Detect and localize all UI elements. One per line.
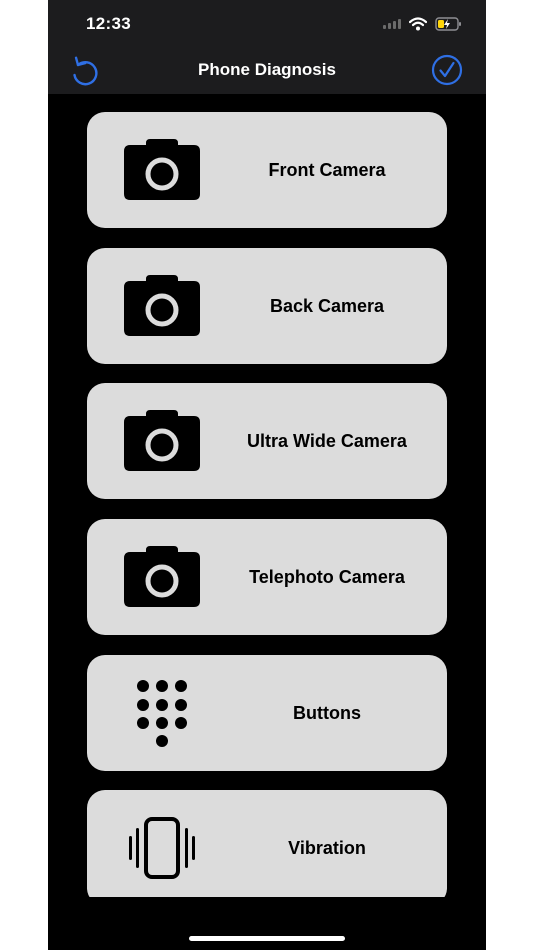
page-title: Phone Diagnosis [198,60,336,79]
cellular-signal-icon [383,19,401,29]
vibration-icon [123,814,201,882]
camera-icon [123,272,201,340]
list-item-ultra-wide-camera[interactable]: Ultra Wide Camera [87,383,447,499]
camera-icon [123,407,201,475]
list-item-buttons[interactable]: Buttons [87,655,447,771]
list-item-telephoto-camera[interactable]: Telephoto Camera [87,519,447,635]
wifi-icon [409,17,427,31]
list-item-vibration[interactable]: Vibration [87,790,447,906]
bottom-safe-area [48,897,486,950]
keypad-icon [123,679,201,747]
battery-charging-icon [435,17,461,31]
camera-icon [123,543,201,611]
item-label: Vibration [288,838,366,858]
item-label: Telephoto Camera [249,567,405,587]
home-indicator[interactable] [189,936,345,941]
list-item-front-camera[interactable]: Front Camera [87,112,447,228]
item-label: Buttons [293,703,361,723]
checkmark-circle-icon[interactable] [431,54,463,86]
item-label: Ultra Wide Camera [247,431,407,451]
status-time: 12:33 [86,14,131,33]
phone-screen: 12:33 Phone Diagnosis Front Camera Back … [48,0,486,950]
item-label: Back Camera [269,296,385,316]
camera-icon [123,136,201,204]
item-label: Front Camera [268,160,386,180]
navigation-bar: 12:33 Phone Diagnosis [48,0,486,94]
status-icons [383,14,462,34]
list-item-back-camera[interactable]: Back Camera [87,248,447,364]
